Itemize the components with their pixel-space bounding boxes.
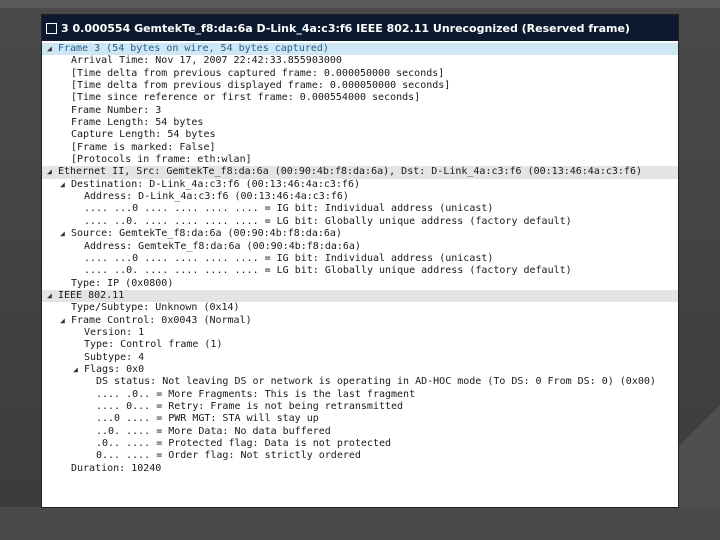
slide-bottom-band: [0, 507, 720, 540]
tree-row[interactable]: .... .0.. = More Fragments: This is the …: [42, 389, 678, 401]
tree-row[interactable]: ◢ IEEE 802.11: [42, 289, 678, 303]
tree-row-label: .... ...0 .... .... .... .... = IG bit: …: [84, 203, 494, 215]
tree-row[interactable]: DS status: Not leaving DS or network is …: [42, 376, 678, 388]
tree-row-label: Ethernet II, Src: GemtekTe_f8:da:6a (00:…: [58, 166, 642, 178]
tree-row-label: .... ..0. .... .... .... .... = LG bit: …: [84, 215, 572, 227]
tree-row[interactable]: Type: Control frame (1): [42, 339, 678, 351]
tree-row[interactable]: ◢ Destination: D-Link_4a:c3:f6 (00:13:46:…: [42, 179, 678, 191]
expand-arrow-icon[interactable]: ◢: [47, 43, 52, 55]
tree-row-label: Frame Control: 0x0043 (Normal): [71, 314, 252, 326]
tree-row-label: ..0. .... = More Data: No data buffered: [96, 425, 331, 437]
tree-row[interactable]: ◢ Flags: 0x0: [42, 364, 678, 376]
tree-row[interactable]: [Frame is marked: False]: [42, 142, 678, 154]
tree-row-label: Address: GemtekTe_f8:da:6a (00:90:4b:f8:…: [84, 240, 361, 252]
tree-row-label: Type: IP (0x0800): [71, 277, 174, 289]
tree-row-label: .... ..0. .... .... .... .... = LG bit: …: [84, 265, 572, 277]
tree-row[interactable]: Subtype: 4: [42, 352, 678, 364]
tree-row[interactable]: Capture Length: 54 bytes: [42, 129, 678, 141]
tree-row[interactable]: ◢ Frame Control: 0x0043 (Normal): [42, 315, 678, 327]
tree-row[interactable]: ◢ Source: GemtekTe_f8:da:6a (00:90:4b:f8:…: [42, 228, 678, 240]
tree-row-label: .0.. .... = Protected flag: Data is not …: [96, 438, 392, 449]
packet-icon: [46, 22, 57, 34]
slide-top-stripe: [0, 0, 720, 8]
tree-row-label: [Frame is marked: False]: [71, 141, 216, 153]
tree-row-label: .... .0.. = More Fragments: This is the …: [96, 388, 416, 400]
tree-row-label: IEEE 802.11: [58, 289, 125, 301]
tree-row[interactable]: Address: GemtekTe_f8:da:6a (00:90:4b:f8:…: [42, 241, 678, 253]
tree-row-label: Address: D-Link_4a:c3:f6 (00:13:46:4a:c3…: [84, 191, 349, 203]
tree-row[interactable]: Duration: 10240: [42, 463, 678, 475]
tree-row-label: ...0 .... = PWR MGT: STA will stay up: [96, 413, 319, 425]
tree-row-label: Type/Subtype: Unknown (0x14): [71, 302, 240, 314]
window-title: 3 0.000554 GemtekTe_f8:da:6a D-Link_4a:c…: [61, 21, 630, 35]
tree-row-label: DS status: Not leaving DS or network is …: [96, 376, 656, 388]
tree-row[interactable]: [Protocols in frame: eth:wlan]: [42, 154, 678, 166]
tree-row-label: Arrival Time: Nov 17, 2007 22:42:33.8559…: [71, 55, 342, 67]
tree-row[interactable]: 0... .... = Order flag: Not strictly ord…: [42, 450, 678, 462]
tree-row[interactable]: ◢ Frame 3 (54 bytes on wire, 54 bytes cap…: [42, 43, 678, 56]
tree-row-label: Source: GemtekTe_f8:da:6a (00:90:4b:f8:d…: [71, 228, 342, 240]
tree-row[interactable]: .... ...0 .... .... .... .... = IG bit: …: [42, 253, 678, 265]
expand-arrow-icon[interactable]: ◢: [60, 179, 65, 191]
window-titlebar: 3 0.000554 GemtekTe_f8:da:6a D-Link_4a:c…: [42, 15, 678, 41]
tree-row[interactable]: [Time since reference or first frame: 0.…: [42, 92, 678, 104]
tree-row-label: .... ...0 .... .... .... .... = IG bit: …: [84, 252, 494, 264]
tree-row-label: Subtype: 4: [84, 351, 145, 363]
tree-row[interactable]: .... ..0. .... .... .... .... = LG bit: …: [42, 265, 678, 277]
tree-row[interactable]: Frame Number: 3: [42, 105, 678, 117]
tree-row[interactable]: ..0. .... = More Data: No data buffered: [42, 426, 678, 438]
tree-row-label: [Time since reference or first frame: 0.…: [71, 92, 421, 104]
tree-row[interactable]: [Time delta from previous displayed fram…: [42, 80, 678, 92]
tree-row-label: Flags: 0x0: [84, 363, 145, 375]
tree-row-label: Destination: D-Link_4a:c3:f6 (00:13:46:4…: [71, 178, 360, 190]
packet-detail-tree[interactable]: ◢ Frame 3 (54 bytes on wire, 54 bytes cap…: [42, 41, 678, 475]
tree-row-label: Type: Control frame (1): [84, 339, 223, 351]
tree-row[interactable]: Type: IP (0x0800): [42, 278, 678, 290]
expand-arrow-icon[interactable]: ◢: [60, 315, 65, 327]
tree-row-label: Frame Number: 3: [71, 104, 162, 116]
tree-row-label: Duration: 10240: [71, 462, 162, 474]
tree-row-label: Version: 1: [84, 326, 145, 338]
tree-row[interactable]: ...0 .... = PWR MGT: STA will stay up: [42, 413, 678, 425]
expand-arrow-icon[interactable]: ◢: [47, 290, 52, 302]
tree-row-label: Frame Length: 54 bytes: [71, 117, 204, 129]
expand-arrow-icon[interactable]: ◢: [47, 166, 52, 178]
tree-row-label: .... 0... = Retry: Frame is not being re…: [96, 400, 404, 412]
tree-row[interactable]: .... ...0 .... .... .... .... = IG bit: …: [42, 203, 678, 215]
tree-row-label: Capture Length: 54 bytes: [71, 129, 216, 141]
tree-row[interactable]: Address: D-Link_4a:c3:f6 (00:13:46:4a:c3…: [42, 191, 678, 203]
tree-row[interactable]: .... 0... = Retry: Frame is not being re…: [42, 401, 678, 413]
tree-row[interactable]: Version: 1: [42, 327, 678, 339]
tree-row-label: [Time delta from previous displayed fram…: [71, 80, 451, 92]
tree-row[interactable]: .... ..0. .... .... .... .... = LG bit: …: [42, 216, 678, 228]
packet-details-window: 3 0.000554 GemtekTe_f8:da:6a D-Link_4a:c…: [41, 14, 679, 508]
tree-row-label: [Time delta from previous captured frame…: [71, 67, 445, 79]
tree-row-label: [Protocols in frame: eth:wlan]: [71, 154, 252, 166]
tree-row-label: 0... .... = Order flag: Not strictly ord…: [96, 450, 361, 462]
tree-row-label: Frame 3 (54 bytes on wire, 54 bytes capt…: [58, 43, 329, 54]
tree-row[interactable]: ◢ Ethernet II, Src: GemtekTe_f8:da:6a (00…: [42, 166, 678, 179]
expand-arrow-icon[interactable]: ◢: [73, 364, 78, 376]
tree-row[interactable]: Type/Subtype: Unknown (0x14): [42, 302, 678, 314]
tree-row[interactable]: Arrival Time: Nov 17, 2007 22:42:33.8559…: [42, 55, 678, 67]
tree-row[interactable]: .0.. .... = Protected flag: Data is not …: [42, 438, 678, 450]
tree-row[interactable]: Frame Length: 54 bytes: [42, 117, 678, 129]
tree-row[interactable]: [Time delta from previous captured frame…: [42, 68, 678, 80]
expand-arrow-icon[interactable]: ◢: [60, 228, 65, 240]
